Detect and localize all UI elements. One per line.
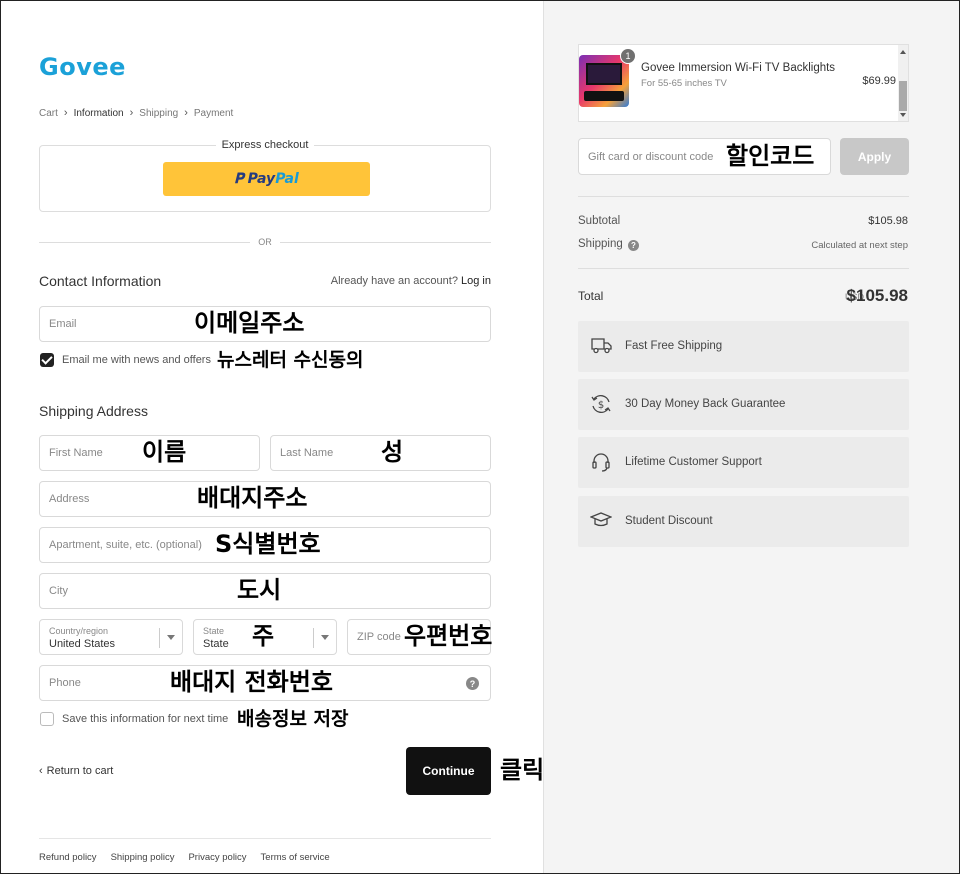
express-checkout-title: Express checkout [215, 139, 315, 151]
product-name: Govee Immersion Wi-Fi TV Backlights [641, 62, 836, 74]
chevron-right-icon: › [63, 107, 68, 119]
select-divider [159, 628, 160, 648]
breadcrumb-shipping: Shipping [139, 107, 179, 119]
benefit-label: 30 Day Money Back Guarantee [625, 398, 786, 410]
footer-links: Refund policy Shipping policy Privacy po… [39, 852, 330, 863]
save-info-label: Save this information for next time [62, 713, 229, 725]
scroll-thumb[interactable] [899, 81, 907, 111]
shipping-label: Shipping [578, 238, 623, 250]
benefit-student-discount: Student Discount [578, 496, 909, 547]
shipping-value: Calculated at next step [811, 240, 908, 251]
login-prompt: Already have an account? Log in [331, 275, 491, 287]
country-select-value: United States [49, 638, 116, 650]
or-text: OR [258, 237, 272, 247]
news-annotation: 뉴스레터 수신동의 [217, 349, 364, 371]
benefit-money-back: $ 30 Day Money Back Guarantee [578, 379, 909, 430]
apartment-annotation: S식별번호 [215, 530, 321, 558]
product-variant: For 55-65 inches TV [641, 78, 727, 89]
shipping-policy-link[interactable]: Shipping policy [111, 852, 175, 863]
product-line-item: 1 Govee Immersion Wi-Fi TV Backlights Fo… [578, 44, 909, 122]
city-annotation: 도시 [237, 576, 282, 604]
apply-button[interactable]: Apply [840, 138, 909, 175]
tv-icon [586, 63, 622, 85]
paypal-logo-icon: 𝐏 [234, 171, 244, 187]
product-price: $69.99 [862, 75, 896, 87]
terms-of-service-link[interactable]: Terms of service [261, 852, 330, 863]
last-name-annotation: 성 [381, 438, 404, 466]
return-to-cart-link[interactable]: ‹ Return to cart [39, 765, 113, 777]
summary-divider [578, 196, 909, 197]
first-name-annotation: 이름 [142, 438, 187, 466]
scroll-down-icon[interactable] [900, 113, 906, 117]
paypal-button[interactable]: 𝐏 Pay Pal [163, 162, 370, 196]
benefit-label: Fast Free Shipping [625, 340, 723, 352]
footer-divider [39, 838, 491, 839]
login-prompt-text: Already have an account? [330, 275, 458, 287]
chevron-left-icon: ‹ [39, 765, 43, 777]
state-annotation: 주 [252, 622, 275, 650]
breadcrumb-payment: Payment [193, 107, 234, 119]
contact-information-title: Contact Information [39, 273, 162, 289]
save-info-checkbox[interactable] [40, 712, 54, 726]
quantity-badge: 1 [620, 48, 636, 64]
privacy-policy-link[interactable]: Privacy policy [188, 852, 246, 863]
shipping-label-text: Shipping [578, 238, 623, 250]
breadcrumb: Cart › Information › Shipping › Payment [39, 107, 233, 119]
subtotal-value: $105.98 [868, 215, 908, 227]
svg-text:$: $ [598, 400, 604, 411]
checkout-main: Govee Cart › Information › Shipping › Pa… [1, 1, 545, 873]
email-annotation: 이메일주소 [194, 309, 305, 337]
paypal-label-left: Pay [247, 171, 276, 187]
express-checkout: Express checkout 𝐏 Pay Pal [39, 139, 491, 212]
breadcrumb-cart[interactable]: Cart [39, 108, 58, 119]
paypal-label-right: Pal [275, 171, 299, 187]
refund-policy-link[interactable]: Refund policy [39, 852, 97, 863]
benefit-label: Student Discount [625, 515, 713, 527]
chevron-right-icon: › [184, 107, 188, 119]
device-icon [584, 91, 624, 101]
news-label: Email me with news and offers [62, 354, 211, 366]
or-divider: OR [39, 237, 491, 247]
shipping-address-title: Shipping Address [39, 403, 148, 419]
product-thumbnail [579, 55, 629, 107]
govee-logo[interactable]: Govee [39, 53, 126, 81]
graduation-cap-icon [590, 512, 612, 527]
headset-icon [592, 453, 610, 472]
help-icon[interactable]: ? [628, 240, 639, 251]
total-value: $105.98 [846, 286, 908, 305]
state-select-value: State [203, 638, 229, 650]
state-select-label: State [203, 626, 225, 636]
benefit-customer-support: Lifetime Customer Support [578, 437, 909, 488]
subtotal-label: Subtotal [578, 215, 621, 227]
chevron-down-icon [167, 635, 175, 640]
benefit-label: Lifetime Customer Support [625, 456, 762, 468]
select-divider [313, 628, 314, 648]
chevron-right-icon: › [129, 107, 134, 119]
phone-annotation: 배대지 전화번호 [170, 668, 333, 696]
benefit-fast-free-shipping: Fast Free Shipping [578, 321, 909, 372]
return-to-cart-label: Return to cart [46, 765, 114, 777]
scroll-up-icon[interactable] [900, 50, 906, 54]
address-annotation: 배대지주소 [197, 484, 308, 512]
discount-annotation: 할인코드 [726, 142, 815, 170]
continue-button[interactable]: Continue [406, 747, 491, 795]
summary-divider [578, 268, 909, 269]
country-select[interactable]: Country/region United States [39, 619, 183, 655]
total-label: Total [578, 289, 604, 303]
zip-annotation: 우편번호 [404, 622, 493, 650]
order-summary: 1 Govee Immersion Wi-Fi TV Backlights Fo… [543, 1, 959, 873]
help-icon[interactable]: ? [466, 677, 479, 690]
product-scrollbar[interactable] [898, 45, 908, 121]
country-select-label: Country/region [49, 626, 109, 636]
breadcrumb-information: Information [73, 107, 124, 119]
truck-icon [591, 338, 612, 354]
money-back-icon: $ [591, 395, 611, 413]
news-checkbox[interactable] [40, 353, 54, 367]
login-link[interactable]: Log in [461, 275, 491, 287]
chevron-down-icon [321, 635, 329, 640]
continue-annotation: 클릭 [500, 756, 545, 784]
save-info-annotation: 배송정보 저장 [237, 708, 349, 730]
